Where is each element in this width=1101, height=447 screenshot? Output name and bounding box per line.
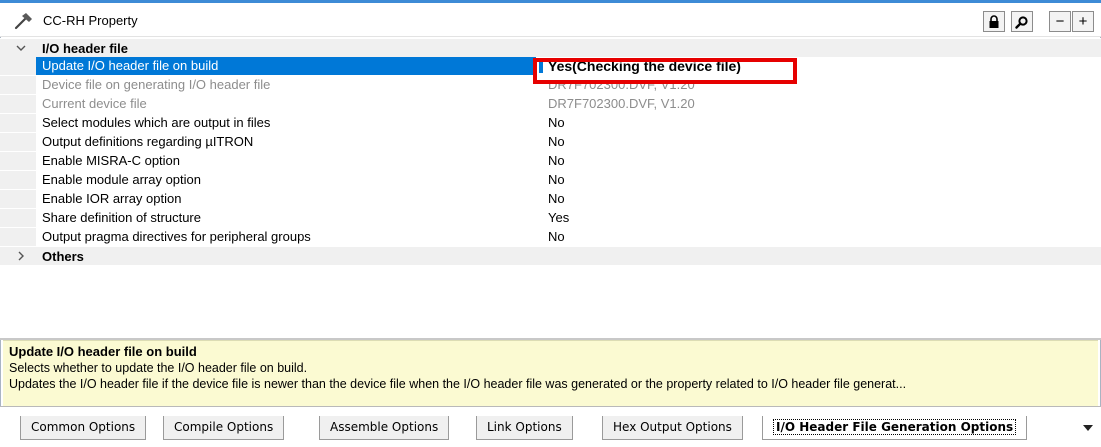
- property-row-pragma-directives[interactable]: Output pragma directives for peripheral …: [0, 228, 1101, 246]
- property-name: Enable module array option: [42, 172, 201, 187]
- description-pane: Update I/O header file on build Selects …: [3, 340, 1098, 406]
- property-row-select-modules[interactable]: Select modules which are output in files…: [0, 114, 1101, 132]
- property-row-uitron-definitions[interactable]: Output definitions regarding µITRON No: [0, 133, 1101, 151]
- property-value[interactable]: No: [548, 114, 1088, 132]
- tab-overflow-dropdown-icon[interactable]: [1083, 425, 1093, 431]
- tab-link-options[interactable]: Link Options: [476, 416, 573, 440]
- property-value[interactable]: No: [548, 228, 1088, 246]
- tab-io-header-file-generation-options[interactable]: I/O Header File Generation Options: [762, 416, 1028, 440]
- property-row-share-structure[interactable]: Share definition of structure Yes: [0, 209, 1101, 227]
- collapse-all-button[interactable]: −: [1049, 11, 1071, 32]
- hammer-icon: [14, 13, 32, 30]
- category-io-header-file[interactable]: I/O header file: [0, 39, 1101, 57]
- property-panel-titlebar: CC-RH Property − +: [0, 3, 1101, 37]
- property-name: Update I/O header file on build: [36, 57, 536, 75]
- expand-all-button[interactable]: +: [1072, 11, 1094, 32]
- property-row-ior-array[interactable]: Enable IOR array option No: [0, 190, 1101, 208]
- description-line: Selects whether to update the I/O header…: [9, 361, 308, 375]
- property-row-module-array[interactable]: Enable module array option No: [0, 171, 1101, 189]
- tab-hex-output-options[interactable]: Hex Output Options: [602, 416, 743, 440]
- annotation-highlight-box: [533, 58, 797, 84]
- property-row-misra-c[interactable]: Enable MISRA-C option No: [0, 152, 1101, 170]
- tab-label: I/O Header File Generation Options: [773, 419, 1017, 435]
- chevron-down-icon[interactable]: [14, 40, 28, 56]
- property-value[interactable]: Yes: [548, 209, 1088, 227]
- property-name: Enable MISRA-C option: [42, 153, 181, 168]
- property-name: Output definitions regarding µITRON: [42, 134, 254, 149]
- property-value[interactable]: No: [548, 190, 1088, 208]
- tab-compile-options[interactable]: Compile Options: [163, 416, 285, 440]
- lock-button[interactable]: [983, 11, 1005, 32]
- tab-assemble-options[interactable]: Assemble Options: [319, 416, 450, 440]
- description-title: Update I/O header file on build: [9, 344, 197, 359]
- options-tab-bar: Common Options Compile Options Assemble …: [0, 406, 1101, 447]
- property-name: Share definition of structure: [42, 210, 201, 225]
- lock-icon: [989, 14, 999, 28]
- description-line: Updates the I/O header file if the devic…: [9, 377, 907, 391]
- chevron-right-icon[interactable]: [14, 248, 28, 264]
- category-label: I/O header file: [42, 41, 128, 56]
- property-name: Device file on generating I/O header fil…: [42, 77, 271, 92]
- search-button[interactable]: [1011, 11, 1033, 32]
- category-others[interactable]: Others: [0, 247, 1101, 265]
- search-icon: [1015, 15, 1028, 29]
- property-name: Select modules which are output in files: [42, 115, 271, 130]
- property-name: Current device file: [42, 96, 147, 111]
- property-value: DR7F702300.DVF, V1.20: [548, 96, 695, 111]
- tab-common-options[interactable]: Common Options: [20, 416, 147, 440]
- category-label: Others: [42, 249, 84, 264]
- property-row-current-device-file[interactable]: Current device file DR7F702300.DVF, V1.2…: [0, 95, 1101, 113]
- property-value[interactable]: No: [548, 171, 1088, 189]
- property-value[interactable]: No: [548, 152, 1088, 170]
- property-value[interactable]: No: [548, 133, 1088, 151]
- property-name: Enable IOR array option: [42, 191, 182, 206]
- panel-title: CC-RH Property: [43, 13, 138, 28]
- property-name: Output pragma directives for peripheral …: [42, 229, 311, 244]
